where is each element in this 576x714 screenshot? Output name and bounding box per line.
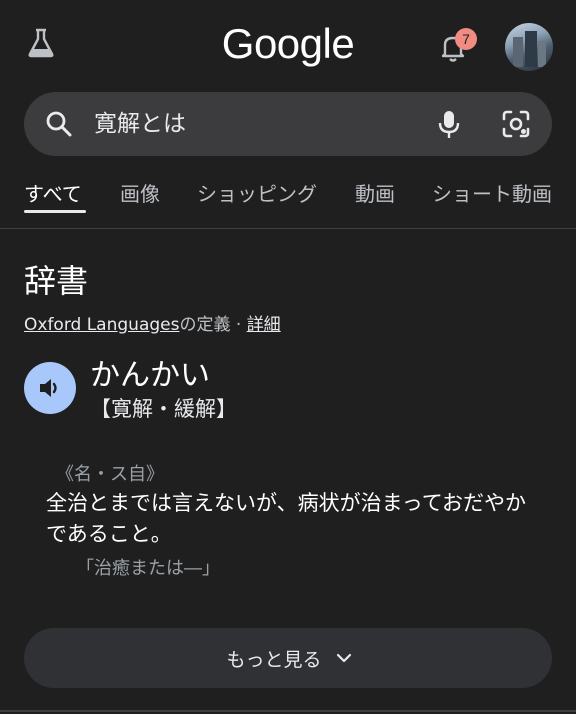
source-suffix: の定義 · (179, 315, 247, 335)
oxford-languages-link[interactable]: Oxford Languages (24, 315, 179, 335)
active-tab-indicator (24, 210, 86, 213)
avatar-building-3 (538, 41, 546, 67)
dictionary-word: かんかい (90, 358, 210, 393)
tab-short-videos[interactable]: ショート動画 (432, 178, 552, 207)
dictionary-source: Oxford Languagesの定義 · 詳細 (24, 310, 281, 335)
chevron-down-icon (336, 653, 352, 663)
show-more-label: もっと見る (226, 649, 322, 671)
part-of-speech: 《名・ス自》 (56, 464, 164, 485)
search-tabs: すべて 画像 ショッピング 動画 ショート動画 (0, 170, 576, 228)
dictionary-title: 辞書 (24, 262, 89, 300)
tab-videos[interactable]: 動画 (355, 178, 395, 207)
pronunciation-button[interactable] (24, 362, 76, 414)
speaker-icon (40, 379, 57, 397)
top-bar: Google 7 (0, 0, 576, 92)
avatar-building-2 (525, 31, 537, 67)
dictionary-kanji: 【寛解・緩解】 (90, 397, 237, 421)
definition-text: 全治とまでは言えないが、病状が治まっておだやかであること。 (46, 491, 527, 546)
google-logo[interactable]: Google (0, 20, 576, 68)
camera-lens-icon[interactable] (500, 108, 532, 140)
notification-badge: 7 (455, 28, 477, 50)
tab-all[interactable]: すべて (24, 178, 82, 207)
avatar-building-1 (513, 37, 523, 67)
search-input[interactable]: 寛解とは (94, 109, 186, 139)
usage-example: 「治癒または―」 (76, 558, 220, 579)
details-link[interactable]: 詳細 (247, 315, 281, 335)
show-more-button[interactable]: もっと見る (24, 628, 552, 688)
tab-shopping[interactable]: ショッピング (197, 178, 317, 207)
divider (0, 228, 576, 229)
search-icon[interactable] (44, 109, 74, 139)
profile-avatar[interactable] (505, 23, 553, 71)
tab-images[interactable]: 画像 (120, 178, 160, 207)
search-bar[interactable]: 寛解とは (24, 92, 552, 156)
mic-icon[interactable] (432, 107, 466, 141)
bottom-divider (0, 710, 576, 712)
